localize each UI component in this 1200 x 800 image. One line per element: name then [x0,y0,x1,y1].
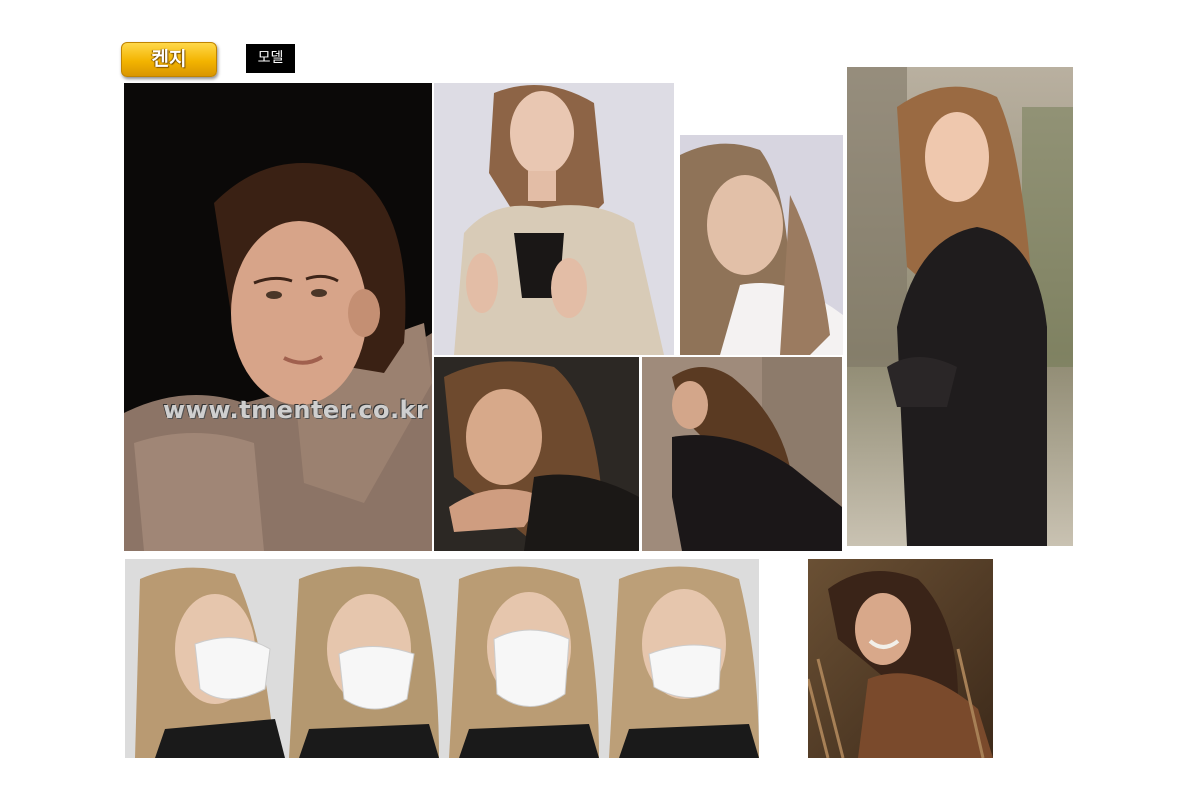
photo-portrait-laughing-outdoor [808,559,993,758]
category-tag: 모델 [246,44,295,73]
photo-portrait-beige-blazer [434,83,674,355]
photo-portrait-puffer-jacket [124,83,432,551]
watermark-text: www.tmenter.co.kr [163,396,429,424]
photo-portrait-hand-on-chin [434,357,639,551]
photo-portrait-street-smiling [847,67,1073,546]
photo-portrait-seated-profile [642,357,842,551]
photo-portrait-closeup-gray [680,135,843,355]
model-name-button[interactable]: 켄지 [121,42,217,77]
photo-mask-photo-strip [125,559,759,758]
